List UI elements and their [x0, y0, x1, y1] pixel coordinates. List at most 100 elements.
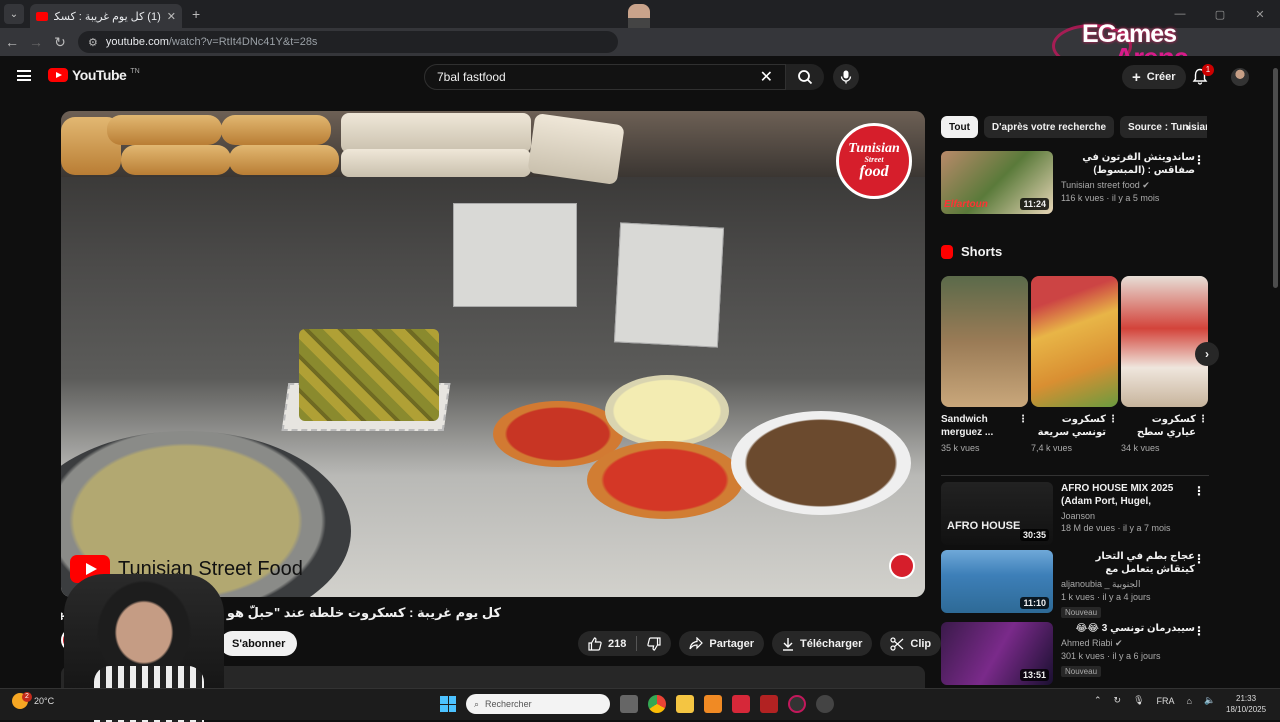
app-icon[interactable] — [732, 695, 750, 713]
volume-icon[interactable]: 🔈 — [1204, 695, 1215, 706]
windows-taskbar: 2 20°C ⌕ Rechercher ⌃ ↻ 🎙 FRA ⌂ 🔈 21:33 … — [0, 688, 1280, 720]
chrome-icon[interactable] — [648, 695, 666, 713]
search-input[interactable] — [437, 70, 760, 84]
video-thumbnail[interactable]: 13:51 — [941, 622, 1053, 685]
shorts-shelf: Sandwich merguez ... ⋮ 35 k vues كسكروت ت… — [941, 276, 1208, 453]
dislike-button[interactable] — [637, 631, 671, 656]
more-options-icon[interactable]: ⋮ — [1108, 413, 1118, 426]
sync-icon[interactable]: ↻ — [1114, 695, 1122, 706]
chip-related-search[interactable]: D'après votre recherche — [983, 116, 1115, 138]
video-stats: 301 k vues · il y a 6 jours — [1061, 651, 1161, 661]
recommended-video[interactable]: 13:51 سيبدرمان تونسي 3 😂😂 Ahmed Riabi ✔ … — [941, 622, 1211, 685]
chip-all[interactable]: Tout — [941, 116, 978, 138]
app-icon[interactable] — [760, 695, 778, 713]
chip-source[interactable]: Source : Tunisian — [1120, 116, 1207, 138]
more-options-icon[interactable]: ⋮ — [1198, 413, 1208, 426]
download-button[interactable]: Télécharger — [772, 631, 873, 656]
more-options-icon[interactable]: ⋮ — [1193, 153, 1205, 167]
short-thumbnail[interactable] — [1031, 276, 1118, 407]
notifications-button[interactable]: 1 — [1192, 64, 1214, 90]
address-bar[interactable]: ⚙ youtube.com/watch?v=RtIt4DNc41Y&t=28s — [78, 31, 618, 53]
short-item[interactable]: كسكروت تونسي سريعة الى سيق...⋮ 7,4 k vue… — [1031, 276, 1118, 453]
glass-note — [613, 222, 725, 348]
more-options-icon[interactable]: ⋮ — [1193, 552, 1205, 566]
mayo-bowl — [605, 375, 729, 447]
chevron-right-icon[interactable]: › — [1186, 120, 1190, 134]
obs-icon[interactable] — [788, 695, 806, 713]
youtube-header: YouTube TN ✕ + Créer 1 — [0, 56, 1270, 98]
clear-search-icon[interactable]: ✕ — [760, 67, 773, 87]
site-info-icon[interactable]: ⚙ — [88, 36, 98, 49]
search-button[interactable] — [786, 64, 824, 90]
like-button[interactable]: 218 — [578, 631, 636, 656]
new-tab-button[interactable]: + — [192, 6, 200, 22]
taskbar-search[interactable]: ⌕ Rechercher — [466, 694, 610, 714]
more-options-icon[interactable]: ⋮ — [1018, 413, 1028, 426]
youtube-favicon-icon — [36, 11, 48, 21]
share-button[interactable]: Partager — [679, 631, 764, 656]
share-icon — [689, 637, 704, 650]
video-frame — [61, 111, 925, 597]
recommended-video[interactable]: AFRO HOUSE 30:35 AFRO HOUSE MIX 2025 (Ad… — [941, 482, 1211, 545]
bread-loaf — [107, 115, 222, 145]
account-avatar[interactable] — [1231, 68, 1249, 86]
filter-chips: Tout D'après votre recherche Source : Tu… — [941, 116, 1207, 138]
clip-button[interactable]: Clip — [880, 631, 942, 656]
verified-icon: ✔ — [1142, 180, 1150, 190]
chevron-up-icon[interactable]: ⌃ — [1094, 695, 1102, 706]
microphone-icon[interactable]: 🎙 — [1133, 695, 1144, 706]
shorts-next-button[interactable]: › — [1195, 342, 1219, 366]
date: 18/10/2025 — [1226, 705, 1267, 714]
more-options-icon[interactable]: ⋮ — [1193, 484, 1205, 498]
forward-icon[interactable]: → — [24, 34, 48, 50]
create-button[interactable]: + Créer — [1122, 65, 1186, 89]
video-title-side: سيبدرمان تونسي 3 😂😂 — [1075, 623, 1195, 634]
close-window-icon[interactable]: ✕ — [1240, 8, 1280, 21]
channel-name: Tunisian street food — [1061, 180, 1140, 190]
menu-icon[interactable] — [17, 70, 31, 81]
short-item[interactable]: كسكروت عياري سطح سكريت فود...⋮ 34 k vues — [1121, 276, 1208, 453]
tab-search-icon[interactable]: ⌄ — [4, 4, 24, 24]
language-indicator[interactable]: FRA — [1157, 696, 1175, 706]
thumb-caption: AFRO HOUSE — [947, 520, 1021, 532]
search-box[interactable]: ✕ — [424, 64, 786, 90]
voice-search-button[interactable] — [833, 64, 859, 90]
browser-tab[interactable]: (1) كل يوم غريبة : كسكروت خلطة ✕ — [30, 4, 182, 28]
sidebar-divider — [941, 475, 1209, 476]
recommended-video[interactable]: Elfartoun 11:24 ساندويتش الفرتون في صفاق… — [941, 151, 1211, 214]
short-title-text: Sandwich merguez ... — [941, 414, 994, 438]
video-thumbnail[interactable]: Elfartoun 11:24 — [941, 151, 1053, 214]
reload-icon[interactable]: ↻ — [48, 34, 72, 51]
network-icon[interactable]: ⌂ — [1187, 696, 1192, 706]
thumb-caption: Elfartoun — [944, 199, 988, 210]
windows-start-icon[interactable] — [440, 696, 456, 712]
back-icon[interactable]: ← — [0, 34, 24, 50]
short-item[interactable]: Sandwich merguez ... ⋮ 35 k vues — [941, 276, 1028, 453]
video-thumbnail[interactable]: AFRO HOUSE 30:35 — [941, 482, 1053, 545]
app-icon[interactable] — [816, 695, 834, 713]
task-view-icon[interactable] — [620, 695, 638, 713]
video-title-side: ساندويتش الفرتون في صفاقس : (المبسوط) بط… — [1082, 152, 1195, 176]
logo-line-1: Tunisian — [848, 141, 900, 156]
subscribe-button[interactable]: S'abonner — [220, 631, 298, 656]
taskbar-search-placeholder: Rechercher — [485, 699, 532, 709]
youtube-logo[interactable]: YouTube TN — [48, 67, 140, 83]
app-icon[interactable] — [704, 695, 722, 713]
scrollbar-thumb[interactable] — [1273, 68, 1278, 288]
tab-close-icon[interactable]: ✕ — [167, 10, 176, 23]
time: 21:33 — [1236, 694, 1257, 703]
short-thumbnail[interactable] — [1121, 276, 1208, 407]
search-icon: ⌕ — [474, 698, 480, 709]
video-channel: aljanoubia _ الجنوبية — [1061, 579, 1141, 589]
video-player[interactable]: Tunisian Street food Tunisian Street Foo… — [61, 111, 925, 597]
short-thumbnail[interactable] — [941, 276, 1028, 407]
file-explorer-icon[interactable] — [676, 695, 694, 713]
recommended-video[interactable]: 11:10 عجاج بطم في التحار كيتقاش يتعامل م… — [941, 550, 1211, 620]
video-stats: 116 k vues · il y a 5 mois — [1061, 193, 1160, 203]
more-options-icon[interactable]: ⋮ — [1193, 624, 1205, 638]
page-scrollbar[interactable] — [1271, 60, 1280, 686]
weather-widget[interactable]: 2 20°C — [12, 692, 54, 709]
video-thumbnail[interactable]: 11:10 — [941, 550, 1053, 613]
clock[interactable]: 21:33 18/10/2025 — [1226, 693, 1266, 715]
video-meta: عجاج بطم في التحار كيتقاش يتعامل مع الغر… — [1061, 550, 1211, 620]
